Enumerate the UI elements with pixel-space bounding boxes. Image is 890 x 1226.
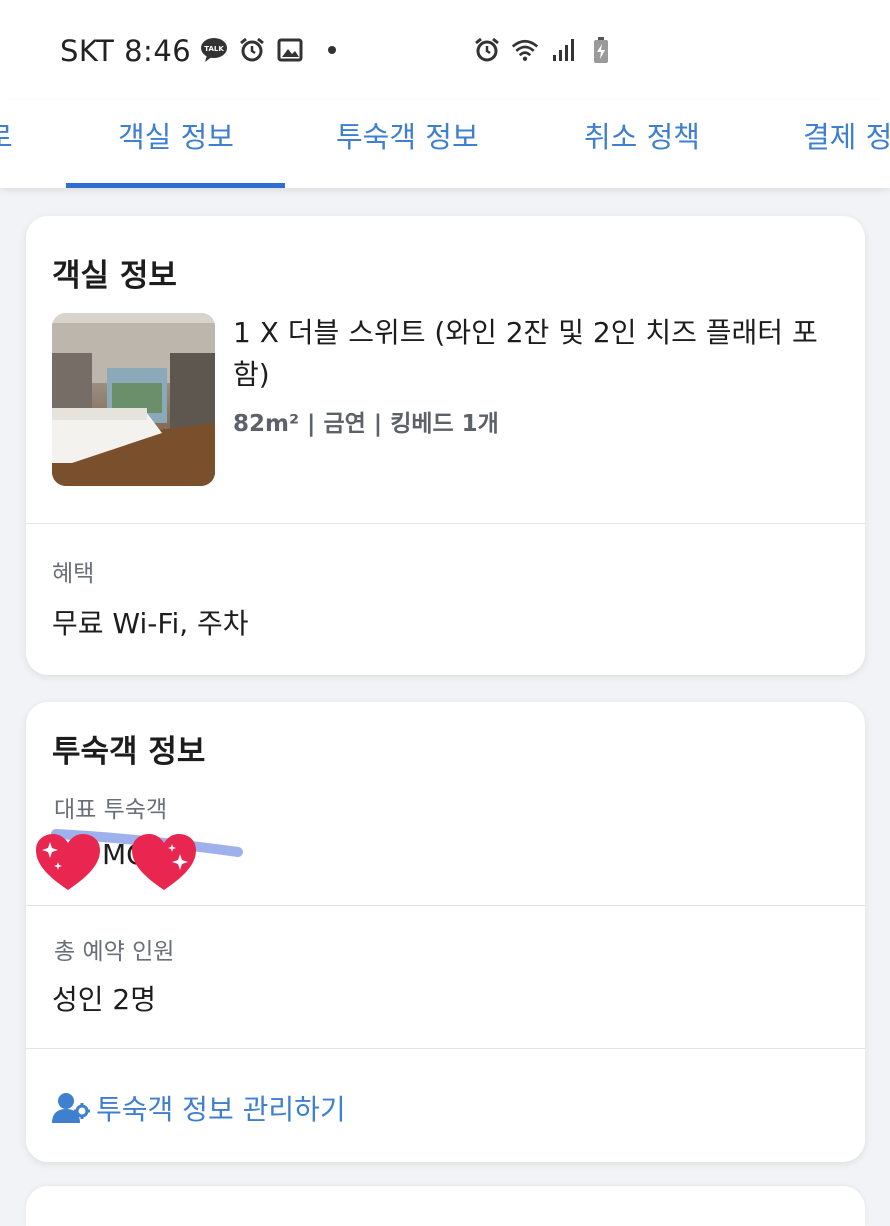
alarm-icon [473,36,501,64]
main-guest-name-area: MOK [26,820,266,900]
tab-overview[interactable]: 로 [0,114,13,156]
status-right-icons [473,36,615,64]
alarm-icon [238,36,266,64]
manage-guests-label[interactable]: 투숙객 정보 관리하기 [96,1088,346,1128]
user-settings-icon [52,1093,90,1123]
talk-icon: TALK [200,36,228,64]
main-guest-label: 대표 투숙객 [54,797,168,823]
room-info-card: 객실 정보 1 X 더블 스위트 (와인 2잔 및 2인 치즈 플래터 포함) … [26,216,865,675]
active-tab-indicator [66,183,285,188]
wifi-icon [511,36,539,64]
room-meta: 82m² | 금연 | 킹베드 1개 [233,411,499,437]
manage-guests-link[interactable]: 투숙객 정보 관리하기 [52,1088,346,1128]
room-card-divider [26,523,865,524]
svg-text:TALK: TALK [204,45,224,53]
room-card-title: 객실 정보 [52,258,177,294]
total-guests-label: 총 예약 인원 [54,939,175,965]
guest-card-title: 투숙객 정보 [52,734,206,770]
next-card-peek [26,1186,865,1226]
room-photo[interactable] [52,313,215,486]
tab-bar: 로 객실 정보 투숙객 정보 취소 정책 결제 정 [0,100,890,188]
signal-icon [549,36,577,64]
battery-icon [587,36,615,64]
tab-cancel-policy[interactable]: 취소 정책 [584,114,700,156]
status-bar: SKT 8:46 TALK [0,0,890,100]
tab-room-info[interactable]: 객실 정보 [118,114,234,156]
notification-dot [328,46,336,54]
guest-info-card: 투숙객 정보 대표 투숙객 MOK 총 예약 인원 성인 2명 투숙객 정보 관… [26,702,865,1162]
room-name: 1 X 더블 스위트 (와인 2잔 및 2인 치즈 플래터 포함) [233,316,818,391]
tab-guest-info[interactable]: 투숙객 정보 [336,114,479,156]
tab-payment-info[interactable]: 결제 정 [803,114,890,156]
benefits-label: 혜택 [52,561,95,587]
heart-sticker-icon [132,834,196,890]
status-left-icons: TALK [200,36,336,64]
benefits-value: 무료 Wi-Fi, 주차 [52,607,249,640]
image-icon [276,36,304,64]
carrier-time: SKT 8:46 [60,34,192,68]
total-guests-value: 성인 2명 [52,983,156,1016]
guest-card-divider-1 [26,905,865,906]
guest-card-divider-2 [26,1048,865,1049]
heart-sticker-icon [36,834,100,890]
